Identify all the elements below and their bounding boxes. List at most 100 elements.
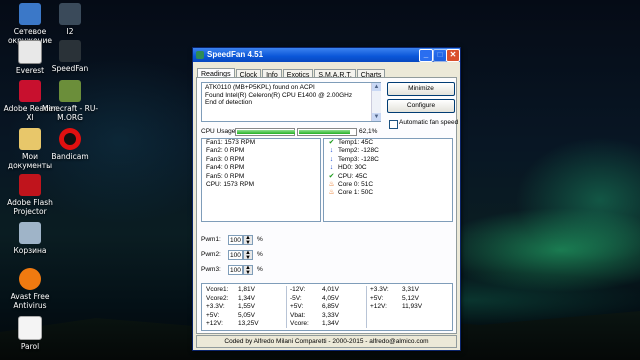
voltage-label: +3.3V: — [206, 303, 225, 311]
spinner-icon[interactable]: ▲ ▼ — [243, 265, 253, 276]
desktop-icon-i2[interactable]: I2 — [40, 3, 100, 36]
desktop-icon-label: Avast Free Antivirus — [10, 292, 50, 310]
tab-bar: Readings Clock Info Exotics S.M.A.R.T. Charts — [197, 64, 386, 81]
log-line: End of detection — [205, 99, 252, 106]
voltage-row: Vcore2: 1,34V — [206, 295, 282, 304]
voltage-value: 4,01V — [322, 286, 339, 293]
pwm-unit: % — [257, 236, 263, 243]
pwm-value-input[interactable]: 100 — [228, 265, 243, 275]
voltage-label: Vcore2: — [206, 294, 229, 302]
log-line: ATK0110 (MB+P5KPL) found on ACPI — [205, 84, 315, 91]
pwm-value-input[interactable]: 100 — [228, 235, 243, 245]
voltage-row: +12V: 11,93V — [370, 303, 448, 312]
scroll-down-icon[interactable]: ▼ — [372, 113, 381, 121]
minimize-window-button[interactable]: _ — [419, 49, 433, 62]
pwm-unit: % — [257, 251, 263, 258]
desktop-icon-speedfan[interactable]: SpeedFan — [40, 40, 100, 73]
maximize-window-button[interactable]: □ — [433, 49, 447, 62]
temp-reading: ✔ CPU: 45C — [324, 173, 452, 181]
voltage-value: 11,93V — [402, 303, 423, 311]
configure-button[interactable]: Configure — [387, 99, 455, 113]
temperatures-panel: ✔ Temp1: 45C ↓ Temp2: -128C ↓ Temp3: -128C … — [323, 138, 453, 222]
bandicam-icon — [59, 128, 81, 150]
fan-reading: Fan4: 0 RPM — [206, 164, 245, 172]
temp-text: HD0: 30C — [338, 164, 367, 172]
temp-text: CPU: 45C — [338, 172, 368, 180]
log-scrollbar[interactable]: ▲ ▼ — [371, 83, 381, 121]
temp-reading: ↓ Temp3: -128C — [324, 156, 452, 164]
voltage-value: 1,55V — [238, 303, 255, 311]
voltage-row: +5V: 5,12V — [370, 295, 448, 304]
desktop-icon-minecraft[interactable]: Minecraft - RU-M.ORG — [40, 80, 100, 122]
spinner-icon[interactable]: ▲ ▼ — [243, 250, 253, 261]
voltage-row: +5V: 5,05V — [206, 312, 282, 321]
voltage-value: 1,34V — [322, 320, 339, 328]
voltage-value: 4,05V — [322, 294, 339, 302]
window-title: SpeedFan 4.51 — [207, 50, 264, 59]
desktop-icon-label: Minecraft - RU-M.ORG — [41, 104, 99, 122]
voltage-label: Vbat: — [290, 311, 306, 319]
document-icon — [18, 316, 42, 340]
voltage-label: +12V: — [206, 320, 223, 328]
voltage-row: Vcore: 1,34V — [290, 320, 366, 329]
voltage-label: +5V: — [206, 311, 220, 319]
voltage-label: +5V: — [290, 303, 304, 311]
avast-icon — [19, 268, 41, 290]
voltage-value: 5,05V — [238, 311, 255, 319]
temp-text: Temp2: -128C — [338, 147, 379, 155]
voltage-value: 1,81V — [238, 286, 255, 293]
voltage-label: +5V: — [370, 294, 384, 302]
flame-icon: ♨ — [328, 189, 335, 197]
voltage-row: -5V: 4,05V — [290, 295, 366, 304]
voltage-column: -12V: 4,01V -5V: 4,05V +5V: 6,85V Vbat: 3,33… — [290, 286, 366, 329]
status-bar: Coded by Alfredo Milani Comparetti - 200… — [196, 335, 457, 348]
desktop-icon-label: I2 — [66, 27, 74, 36]
down-arrow-icon: ↓ — [329, 164, 334, 172]
fan-reading: Fan5: 0 RPM — [206, 172, 245, 180]
pwm-unit: % — [257, 266, 263, 273]
pwm-value-input[interactable]: 100 — [228, 250, 243, 260]
desktop-icon-label: Parol — [20, 342, 40, 351]
temp-reading: ♨ Core 0: 51C — [324, 181, 452, 189]
desktop-icon-recycle-bin[interactable]: Корзина — [0, 222, 60, 255]
temp-reading: ↓ HD0: 30C — [324, 164, 452, 172]
fan-reading: Fan3: 0 RPM — [206, 155, 245, 163]
check-icon: ✔ — [328, 172, 335, 180]
close-window-button[interactable]: ✕ — [446, 49, 460, 62]
desktop-icon-flash-projector[interactable]: Adobe Flash Projector — [0, 174, 60, 216]
title-bar[interactable]: SpeedFan 4.51 _ □ ✕ — [193, 48, 460, 62]
app-icon — [59, 3, 81, 25]
voltage-row: +12V: 13,25V — [206, 320, 282, 329]
cpu-usage-bar-1 — [235, 128, 295, 136]
voltage-value: 5,12V — [402, 294, 419, 302]
temp-reading: ↓ Temp2: -128C — [324, 147, 452, 155]
desktop-icon-label: Корзина — [13, 246, 47, 255]
desktop-icon-label: Bandicam — [51, 152, 89, 161]
temp-text: Temp1: 45C — [338, 139, 374, 146]
detection-log[interactable]: ATK0110 (MB+P5KPL) found on ACPI Found I… — [201, 82, 381, 122]
voltage-column: +3.3V: 3,31V +5V: 5,12V +12V: 11,93V — [370, 286, 448, 312]
voltage-row: -12V: 4,01V — [290, 286, 366, 295]
pwm-label: Pwm3: — [201, 266, 221, 273]
fan-speeds-panel: Fan1: 1573 RPM Fan2: 0 RPM Fan3: 0 RPM F… — [201, 138, 321, 222]
temp-reading: ♨ Core 1: 50C — [324, 189, 452, 197]
checkbox-label: Automatic fan speed — [399, 119, 459, 126]
desktop-icon-label: Adobe Flash Projector — [7, 198, 53, 216]
voltage-value: 1,34V — [238, 294, 255, 302]
folder-icon — [19, 128, 41, 150]
cpu-usage-label: CPU Usage — [201, 128, 236, 135]
minecraft-icon — [59, 80, 81, 102]
minimize-button[interactable]: Minimize — [387, 82, 455, 96]
everest-icon — [18, 40, 42, 64]
voltage-row: Vcore1: 1,81V — [206, 286, 282, 295]
down-arrow-icon: ↓ — [329, 155, 334, 163]
voltage-label: Vcore: — [290, 320, 309, 328]
desktop-icon-bandicam[interactable]: Bandicam — [40, 128, 100, 161]
voltage-label: Vcore1: — [206, 286, 229, 293]
scroll-up-icon[interactable]: ▲ — [372, 83, 381, 91]
desktop-icon-parol[interactable]: Parol — [0, 316, 60, 351]
spinner-icon[interactable]: ▲ ▼ — [243, 235, 253, 246]
desktop-icon-avast[interactable]: Avast Free Antivirus — [0, 268, 60, 310]
voltage-column: Vcore1: 1,81V Vcore2: 1,34V +3.3V: 1,55V +5… — [206, 286, 282, 329]
flash-icon — [19, 174, 41, 196]
